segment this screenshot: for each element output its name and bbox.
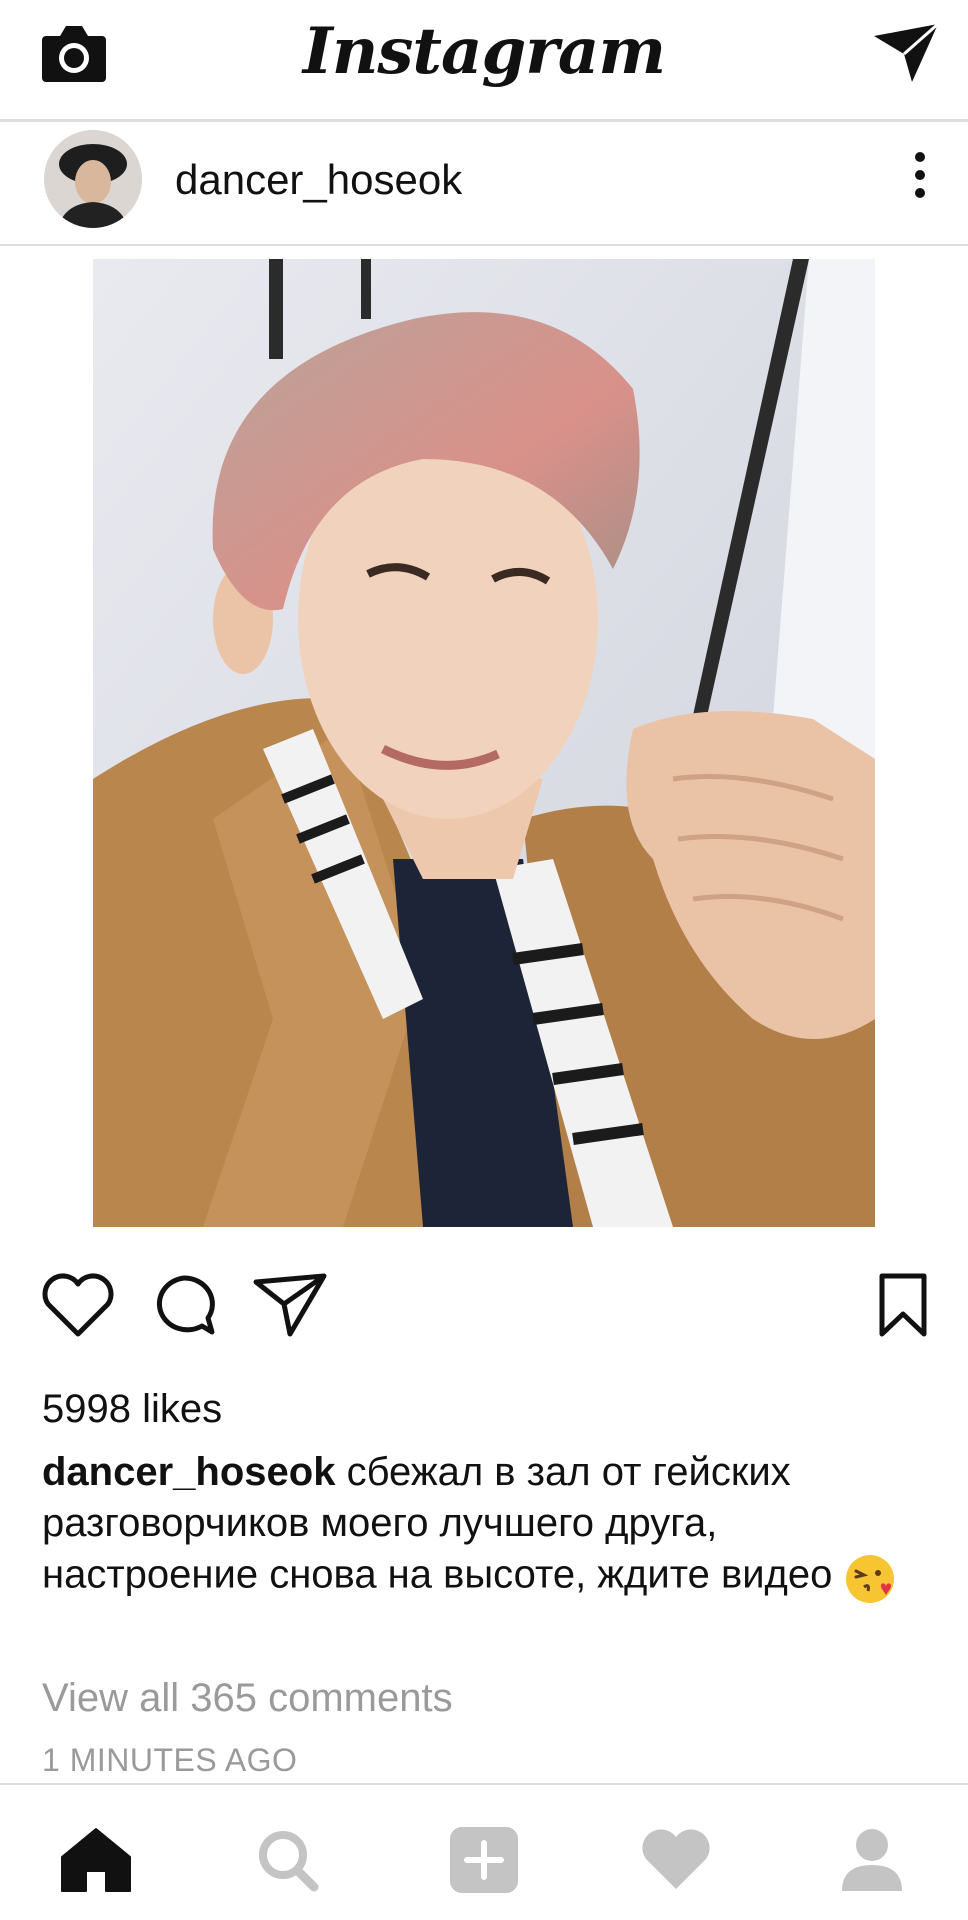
caption-username[interactable]: dancer_hoseok [42, 1450, 335, 1494]
like-count[interactable]: 5998 likes [42, 1387, 222, 1432]
heart-icon[interactable] [38, 1270, 118, 1340]
direct-message-icon[interactable] [872, 22, 940, 84]
profile-icon[interactable] [834, 1825, 910, 1895]
home-icon[interactable] [58, 1825, 134, 1895]
comment-icon[interactable] [144, 1270, 224, 1340]
post-image[interactable] [93, 259, 875, 1227]
top-bar: Instagram [0, 0, 968, 122]
bottom-nav [0, 1783, 968, 1920]
activity-heart-icon[interactable] [638, 1825, 714, 1895]
bookmark-icon[interactable] [870, 1270, 936, 1340]
search-icon[interactable] [250, 1825, 326, 1895]
post-actions [0, 1270, 968, 1350]
post-header: dancer_hoseok [0, 122, 968, 246]
more-vertical-icon[interactable] [910, 150, 930, 200]
share-icon[interactable] [250, 1270, 330, 1340]
add-post-icon[interactable] [446, 1825, 522, 1895]
post-timestamp: 1 MINUTES AGO [42, 1742, 298, 1778]
app-logo: Instagram [302, 14, 666, 89]
post-username[interactable]: dancer_hoseok [175, 156, 462, 204]
post-caption: dancer_hoseok сбежал в зал от гейских ра… [42, 1447, 922, 1605]
view-comments-link[interactable]: View all 365 comments [42, 1676, 453, 1721]
avatar[interactable] [44, 130, 142, 228]
face-blowing-kiss-emoji [845, 1555, 894, 1603]
